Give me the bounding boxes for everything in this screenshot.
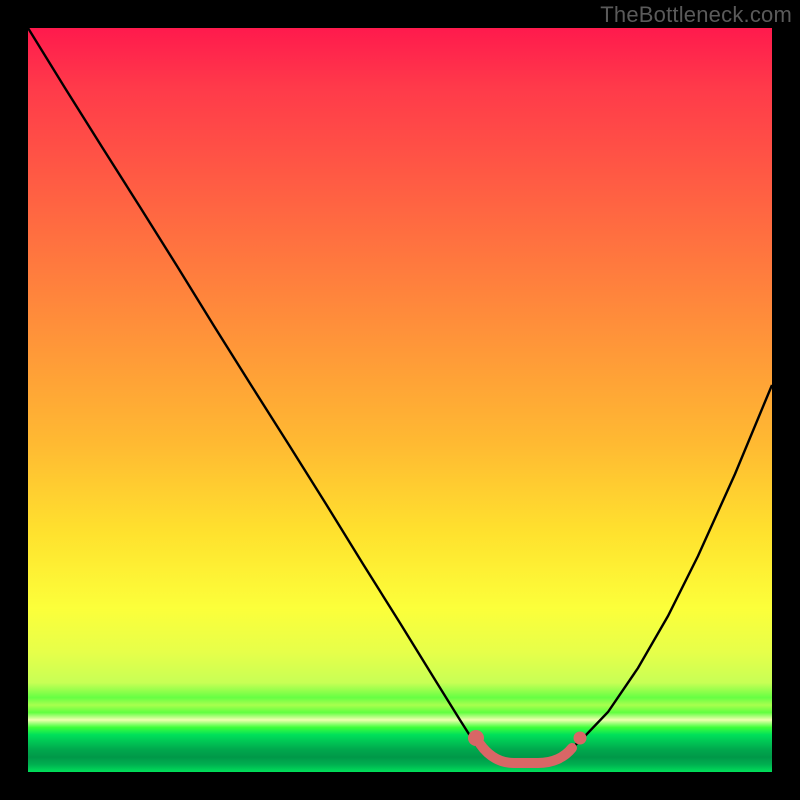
watermark-text: TheBottleneck.com: [600, 2, 792, 28]
plot-area: [28, 28, 772, 772]
optimal-range-bar: [480, 744, 572, 763]
bottleneck-curve: [28, 28, 772, 765]
optimal-range-start-marker: [468, 730, 484, 746]
chart-frame: TheBottleneck.com: [0, 0, 800, 800]
optimal-range-end-marker: [574, 732, 587, 745]
chart-svg: [28, 28, 772, 772]
